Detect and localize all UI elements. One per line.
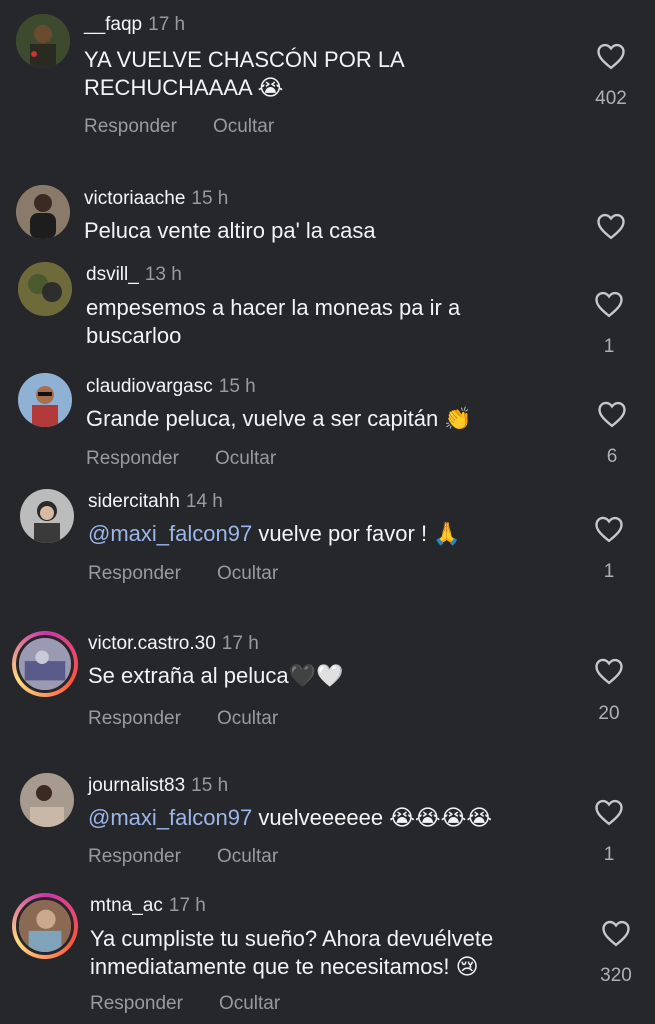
avatar[interactable] bbox=[16, 185, 70, 239]
heart-outline-icon[interactable] bbox=[601, 919, 631, 947]
like-count: 20 bbox=[598, 703, 620, 724]
hide-button[interactable]: Ocultar bbox=[219, 993, 280, 1014]
comment-text: Grande peluca, vuelve a ser capitán 👏 bbox=[86, 406, 472, 431]
comment-text: empesemos a hacer la moneas pa ir a busc… bbox=[86, 295, 461, 348]
avatar[interactable] bbox=[18, 262, 72, 316]
heart-outline-icon[interactable] bbox=[594, 290, 624, 318]
hide-button[interactable]: Ocultar bbox=[217, 563, 278, 584]
timestamp: 15 h bbox=[191, 775, 229, 796]
comment-text: @maxi_falcon97 vuelveeeeee 😭😭😭😭 bbox=[88, 804, 558, 832]
username[interactable]: victoriaache bbox=[84, 188, 185, 209]
timestamp: 15 h bbox=[218, 376, 256, 397]
like-count: 320 bbox=[600, 965, 632, 986]
heart-outline-icon[interactable] bbox=[594, 515, 624, 543]
heart-outline-icon[interactable] bbox=[596, 42, 626, 70]
mention-link[interactable]: @maxi_falcon97 bbox=[88, 805, 252, 830]
avatar[interactable] bbox=[20, 489, 74, 543]
reply-button[interactable]: Responder bbox=[84, 116, 177, 137]
timestamp: 13 h bbox=[144, 264, 182, 285]
avatar-story-ring[interactable] bbox=[12, 893, 78, 959]
hide-button[interactable]: Ocultar bbox=[213, 116, 274, 137]
heart-outline-icon[interactable] bbox=[594, 657, 624, 685]
comment-text: @maxi_falcon97 vuelve por favor ! 🙏 bbox=[88, 520, 558, 548]
avatar-story-ring[interactable] bbox=[12, 631, 78, 697]
timestamp: 17 h bbox=[221, 633, 259, 654]
timestamp: 15 h bbox=[191, 188, 229, 209]
comment-text: Peluca vente altiro pa' la casa bbox=[84, 218, 376, 243]
username[interactable]: victor.castro.30 bbox=[88, 633, 216, 654]
avatar[interactable] bbox=[16, 14, 70, 68]
reply-button[interactable]: Responder bbox=[90, 993, 183, 1014]
like-count: 6 bbox=[606, 446, 618, 467]
heart-outline-icon[interactable] bbox=[594, 798, 624, 826]
reply-button[interactable]: Responder bbox=[88, 563, 181, 584]
reply-button[interactable]: Responder bbox=[88, 708, 181, 729]
username[interactable]: dsvill_ bbox=[86, 264, 139, 285]
avatar bbox=[16, 635, 74, 693]
comment-text: YA VUELVE CHASCÓN POR LA RECHUCHAAAA 😭 bbox=[84, 47, 404, 100]
hide-button[interactable]: Ocultar bbox=[217, 708, 278, 729]
timestamp: 17 h bbox=[168, 895, 206, 916]
username[interactable]: __faqp bbox=[84, 14, 142, 35]
comment-body: vuelveeeeee 😭😭😭😭 bbox=[252, 805, 493, 830]
username[interactable]: sidercitahh bbox=[88, 491, 180, 512]
avatar[interactable] bbox=[18, 373, 72, 427]
avatar[interactable] bbox=[20, 773, 74, 827]
username[interactable]: journalist83 bbox=[88, 775, 185, 796]
username[interactable]: mtna_ac bbox=[90, 895, 163, 916]
reply-button[interactable]: Responder bbox=[88, 846, 181, 867]
comment-body: vuelve por favor ! 🙏 bbox=[252, 521, 461, 546]
heart-outline-icon[interactable] bbox=[596, 212, 626, 240]
avatar bbox=[16, 897, 74, 955]
like-count: 1 bbox=[603, 336, 615, 357]
reply-button[interactable]: Responder bbox=[86, 448, 179, 469]
mention-link[interactable]: @maxi_falcon97 bbox=[88, 521, 252, 546]
timestamp: 17 h bbox=[148, 14, 186, 35]
comment-text: Ya cumpliste tu sueño? Ahora devuélvete … bbox=[90, 926, 494, 979]
hide-button[interactable]: Ocultar bbox=[215, 448, 276, 469]
timestamp: 14 h bbox=[185, 491, 223, 512]
like-count: 1 bbox=[603, 561, 615, 582]
like-count: 402 bbox=[595, 88, 627, 109]
like-count: 1 bbox=[603, 844, 615, 865]
hide-button[interactable]: Ocultar bbox=[217, 846, 278, 867]
comment-text: Se extraña al peluca🖤🤍 bbox=[88, 663, 344, 688]
username[interactable]: claudiovargasc bbox=[86, 376, 213, 397]
heart-outline-icon[interactable] bbox=[597, 400, 627, 428]
